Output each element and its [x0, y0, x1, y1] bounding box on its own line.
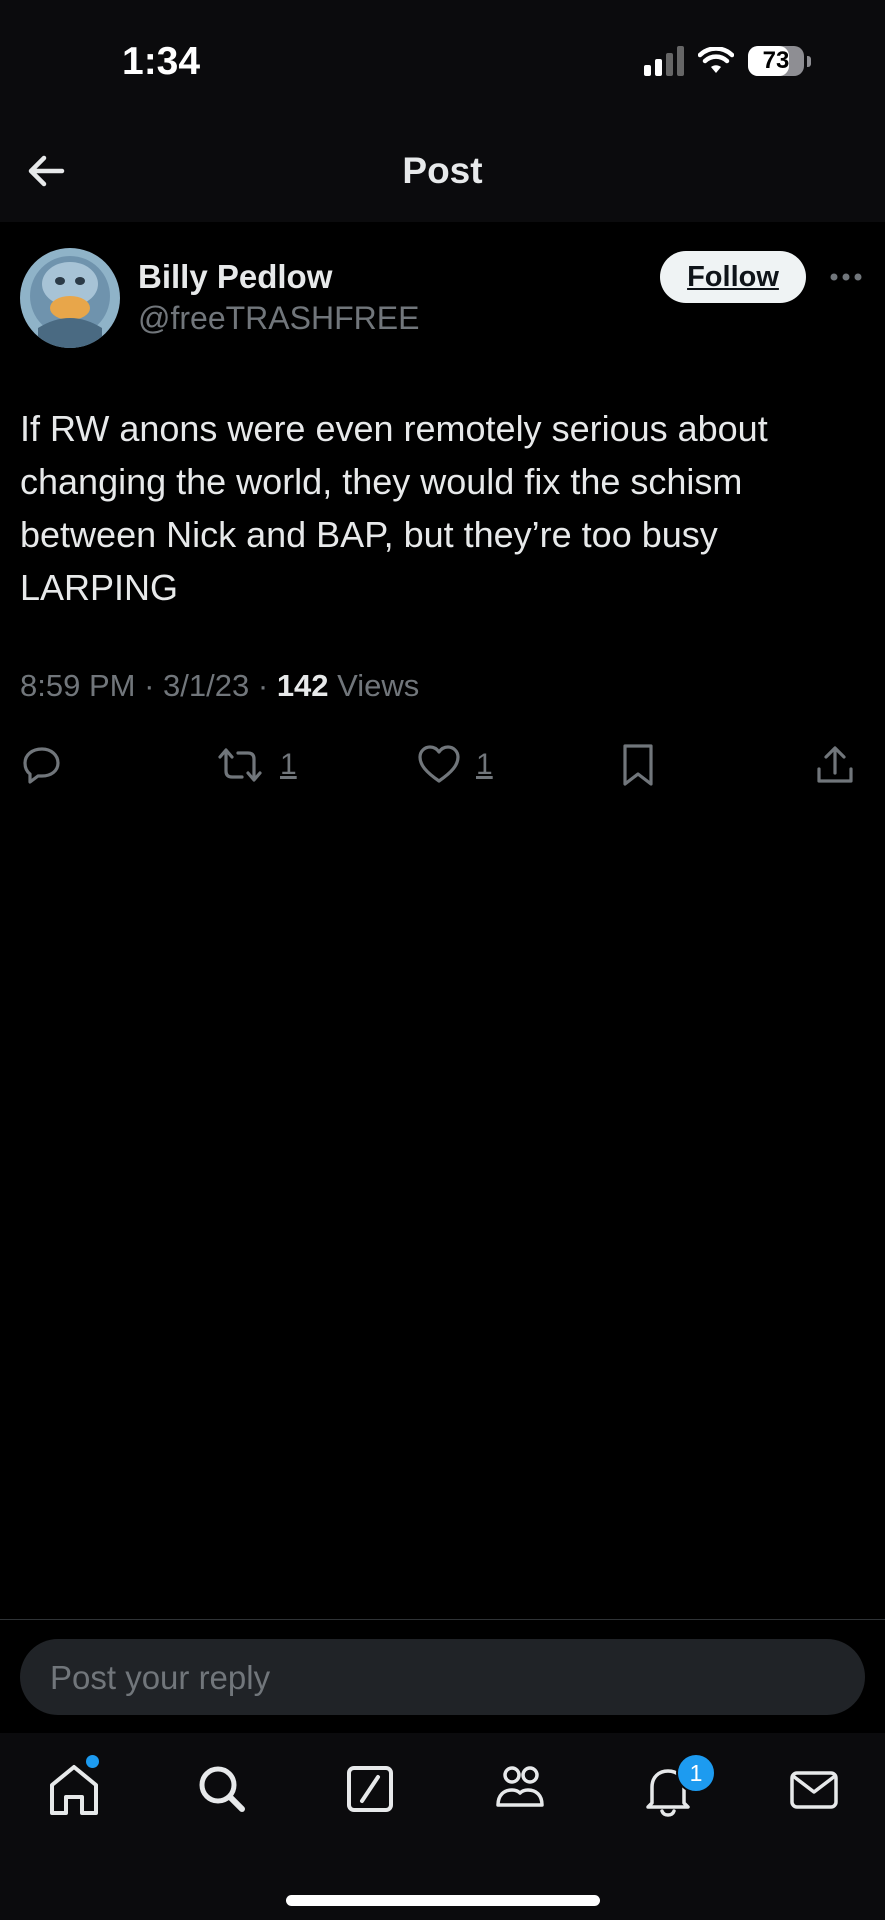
tab-bar: 1 [0, 1733, 885, 1920]
wifi-icon [698, 47, 734, 73]
reply-button[interactable] [20, 740, 64, 790]
post-header: Post [0, 120, 885, 222]
avatar-image [20, 248, 120, 348]
battery-icon: 73 [748, 46, 804, 76]
share-button[interactable] [814, 740, 856, 790]
communities-icon[interactable] [490, 1759, 550, 1819]
like-count: 1 [476, 748, 493, 781]
grok-icon[interactable] [340, 1759, 400, 1819]
home-icon[interactable] [44, 1759, 104, 1819]
post-actions: 1 1 [0, 740, 885, 800]
search-icon[interactable] [192, 1759, 252, 1819]
share-icon [817, 746, 853, 783]
repost-button[interactable]: 1 [214, 740, 297, 790]
author-name[interactable]: Billy Pedlow [138, 258, 332, 296]
meta-separator: · [257, 668, 269, 703]
avatar[interactable] [20, 248, 120, 348]
messages-icon[interactable] [784, 1759, 844, 1819]
status-icons: 73 [644, 46, 811, 76]
author-handle[interactable]: @freeTRASHFREE [138, 300, 419, 337]
status-time: 1:34 [122, 40, 201, 83]
post-time[interactable]: 8:59 PM [20, 668, 135, 703]
post-text: If RW anons were even remotely serious a… [20, 408, 768, 608]
post-metadata: 8:59 PM · 3/1/23 · 142 Views [20, 668, 419, 704]
views-label[interactable]: Views [337, 668, 419, 703]
cellular-signal-icon [644, 46, 684, 76]
like-icon [418, 745, 460, 783]
bookmark-icon [623, 744, 653, 786]
repost-icon [218, 748, 262, 782]
more-options-icon[interactable] [826, 262, 866, 292]
like-button[interactable]: 1 [416, 740, 493, 790]
views-count[interactable]: 142 [277, 668, 329, 703]
meta-separator: · [144, 668, 155, 703]
reply-icon [23, 747, 60, 784]
notifications-badge: 1 [676, 1753, 716, 1793]
battery-percentage: 73 [762, 47, 790, 74]
reply-divider [0, 1619, 885, 1620]
follow-button[interactable]: Follow [660, 251, 806, 303]
reply-bar[interactable] [20, 1639, 865, 1717]
repost-count: 1 [280, 748, 297, 781]
home-indicator [286, 1895, 600, 1906]
battery-cap [807, 55, 811, 67]
home-unread-dot [86, 1755, 99, 1768]
reply-input[interactable] [48, 1639, 832, 1717]
bookmark-button[interactable] [618, 740, 658, 790]
page-title: Post [402, 150, 483, 191]
post-date[interactable]: 3/1/23 [163, 668, 249, 703]
status-bar: 1:34 73 [0, 0, 885, 120]
